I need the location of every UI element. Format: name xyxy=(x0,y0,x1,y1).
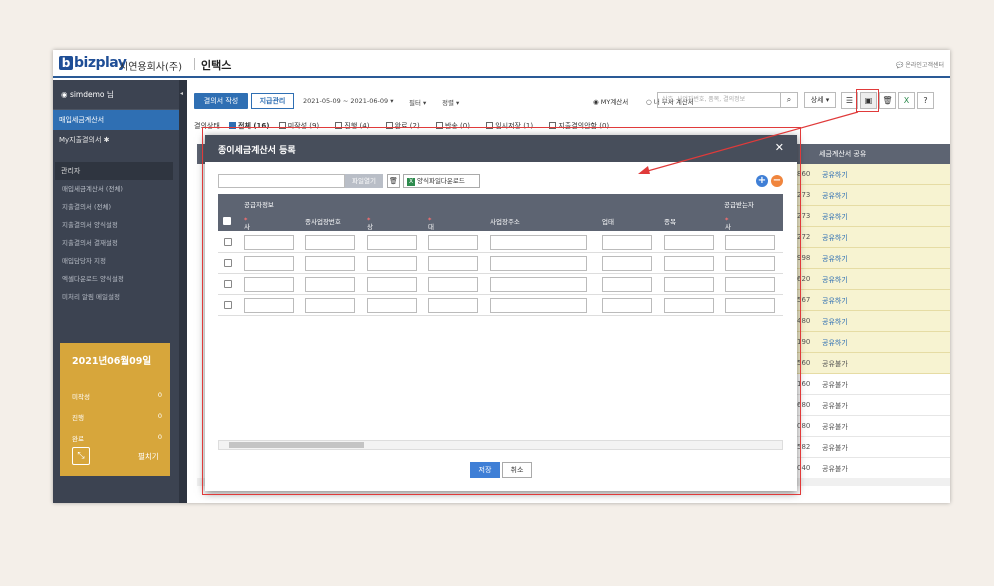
arrow-line xyxy=(643,111,859,173)
annotation-arrow xyxy=(638,111,859,174)
arrow-head xyxy=(638,166,650,174)
